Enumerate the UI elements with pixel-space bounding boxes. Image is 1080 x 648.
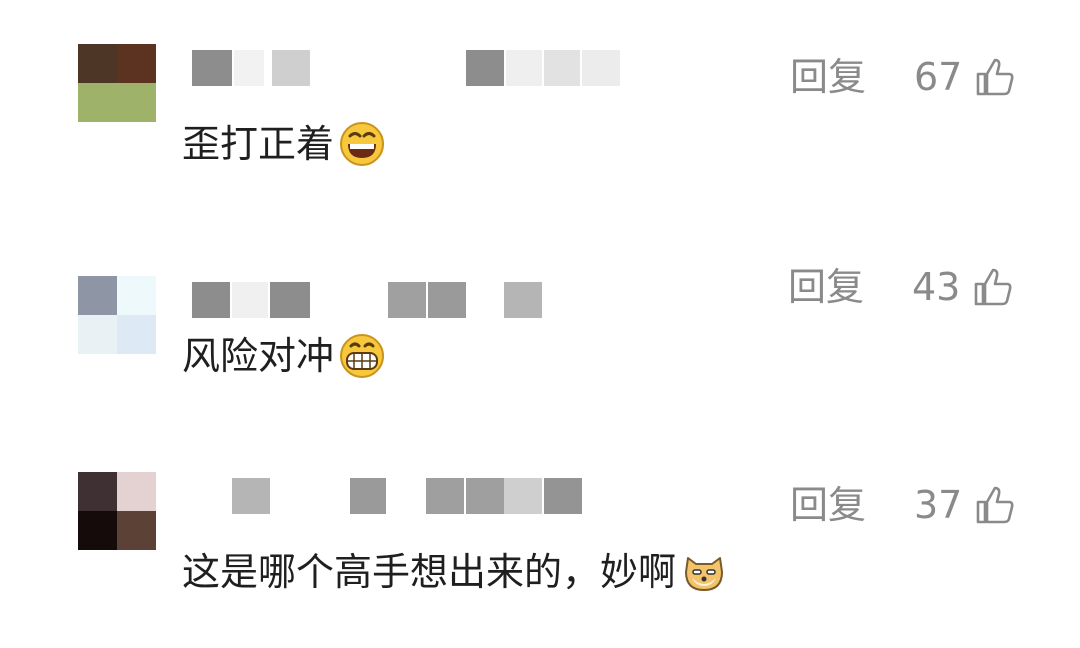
avatar[interactable]	[78, 44, 156, 122]
thumbs-up-icon[interactable]	[970, 264, 1016, 310]
avatar-pixel	[117, 315, 156, 354]
grinning-face-icon	[340, 122, 385, 166]
avatar-pixel	[117, 44, 156, 83]
reply-button[interactable]: 回复	[790, 486, 866, 524]
avatar-pixel	[117, 511, 156, 550]
comment-text-value: 歪打正着	[182, 122, 335, 166]
like-count: 67	[914, 55, 963, 99]
avatar[interactable]	[78, 472, 156, 550]
doge-icon	[685, 557, 724, 591]
avatar-pixel	[117, 276, 156, 315]
thumbs-up-icon[interactable]	[972, 54, 1018, 100]
like-count: 43	[912, 265, 961, 309]
comment-text: 风险对冲	[182, 332, 386, 380]
avatar-pixel	[78, 83, 117, 122]
reply-button[interactable]: 回复	[788, 268, 864, 306]
username-blurred[interactable]	[192, 478, 632, 514]
avatar-pixel	[78, 276, 117, 315]
username-blurred[interactable]	[192, 282, 632, 318]
avatar-pixel	[78, 472, 117, 511]
avatar-pixel	[117, 83, 156, 122]
comment-text: 这是哪个高手想出来的，妙啊	[182, 548, 728, 596]
avatar-pixel	[78, 511, 117, 550]
avatar-pixel	[78, 44, 117, 83]
comment-text-value: 这是哪个高手想出来的，妙啊	[182, 550, 677, 594]
thumbs-up-icon[interactable]	[972, 482, 1018, 528]
comment-text-value: 风险对冲	[182, 334, 335, 378]
comment-text: 歪打正着	[182, 120, 386, 168]
like-count: 37	[914, 483, 963, 527]
grinning-teeth-icon	[340, 334, 385, 378]
username-blurred[interactable]	[192, 50, 632, 86]
reply-button[interactable]: 回复	[790, 58, 866, 96]
avatar-pixel	[78, 315, 117, 354]
avatar[interactable]	[78, 276, 156, 354]
avatar-pixel	[117, 472, 156, 511]
